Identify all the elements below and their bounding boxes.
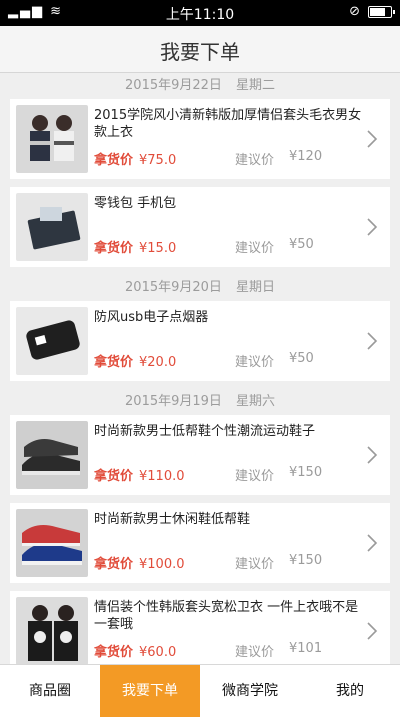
chevron-right-icon (367, 332, 378, 350)
date-text: 2015年9月22日 (125, 78, 222, 93)
status-time: 上午11:10 (165, 7, 235, 23)
suggested-price-label: 建议价 (235, 645, 275, 660)
wholesale-price-label: 拿货价 (94, 241, 134, 256)
battery-icon (368, 5, 395, 18)
suggested-price-label: 建议价 (235, 469, 275, 484)
product-title: 零钱包 手机包 (94, 196, 177, 211)
tab-business-school[interactable]: 微商学院 (200, 665, 300, 717)
wholesale-price-label: 拿货价 (94, 153, 134, 168)
notification-icon: ⊘ (349, 4, 360, 19)
product-image-casual-shoes (16, 509, 88, 577)
product-image-lighter (16, 307, 88, 375)
product-title: 时尚新款男士休闲鞋低帮鞋 (94, 512, 251, 527)
suggested-price: ¥101 (289, 641, 323, 656)
wholesale-price: ¥60.0 (139, 645, 177, 660)
product-card[interactable]: 时尚新款男士休闲鞋低帮鞋 拿货价 ¥100.0 建议价 ¥150 (10, 503, 390, 583)
wholesale-price-label: 拿货价 (94, 645, 134, 660)
suggested-price-label: 建议价 (235, 241, 275, 256)
product-card[interactable]: 防风usb电子点烟器 拿货价 ¥20.0 建议价 ¥50 (10, 301, 390, 381)
product-title: 时尚新款男士低帮鞋个性潮流运动鞋子 (94, 424, 316, 439)
product-image-sneakers (16, 421, 88, 489)
wholesale-price: ¥20.0 (139, 355, 177, 370)
product-image-hoodie (16, 597, 88, 664)
wholesale-price: ¥15.0 (139, 241, 177, 256)
wholesale-price-label: 拿货价 (94, 355, 134, 370)
product-image-sweater (16, 105, 88, 173)
product-image-wallet (16, 193, 88, 261)
wholesale-price: ¥75.0 (139, 153, 177, 168)
date-header: 2015年9月22日 星期二 (0, 73, 400, 99)
wholesale-price-label: 拿货价 (94, 557, 134, 572)
suggested-price-label: 建议价 (235, 153, 275, 168)
date-header: 2015年9月20日 星期日 (0, 275, 400, 301)
suggested-price: ¥50 (289, 351, 314, 366)
product-card[interactable]: 情侣装个性韩版套头宽松卫衣 一件上衣哦不是一套哦 拿货价 ¥60.0 建议价 ¥1… (10, 591, 390, 664)
tab-product-circle[interactable]: 商品圈 (0, 665, 100, 717)
product-card[interactable]: 2015学院风小清新韩版加厚情侣套头毛衣男女款上衣 拿货价 ¥75.0 建议价 ¥… (10, 99, 390, 179)
date-text: 2015年9月20日 (125, 280, 222, 295)
chevron-right-icon (367, 446, 378, 464)
suggested-price: ¥150 (289, 465, 323, 480)
status-bar: ▂▄▆ ≋ 上午11:10 ⊘ (0, 0, 400, 26)
chevron-right-icon (367, 622, 378, 640)
page-title: 我要下单 (160, 40, 240, 64)
suggested-price-label: 建议价 (235, 557, 275, 572)
product-card[interactable]: 零钱包 手机包 拿货价 ¥15.0 建议价 ¥50 (10, 187, 390, 267)
wholesale-price-label: 拿货价 (94, 469, 134, 484)
suggested-price-label: 建议价 (235, 355, 275, 370)
wholesale-price: ¥110.0 (139, 469, 185, 484)
product-title: 2015学院风小清新韩版加厚情侣套头毛衣男女款上衣 (94, 108, 362, 140)
tab-place-order[interactable]: 我要下单 (100, 665, 200, 717)
date-text: 2015年9月19日 (125, 394, 222, 409)
date-header: 2015年9月19日 星期六 (0, 389, 400, 415)
order-list[interactable]: 2015年9月22日 星期二 2015学院风小清新韩版加厚情侣套头毛衣男女款上衣 … (0, 73, 400, 664)
suggested-price: ¥150 (289, 553, 323, 568)
product-title: 防风usb电子点烟器 (94, 310, 209, 325)
product-title: 情侣装个性韩版套头宽松卫衣 一件上衣哦不是一套哦 (94, 600, 359, 632)
tab-me[interactable]: 我的 (300, 665, 400, 717)
title-bar: 我要下单 (0, 26, 400, 73)
product-card[interactable]: 时尚新款男士低帮鞋个性潮流运动鞋子 拿货价 ¥110.0 建议价 ¥150 (10, 415, 390, 495)
chevron-right-icon (367, 218, 378, 236)
weekday-text: 星期二 (235, 78, 275, 93)
suggested-price: ¥120 (289, 149, 323, 164)
bottom-tab-bar: 商品圈 我要下单 微商学院 我的 (0, 664, 400, 717)
wholesale-price: ¥100.0 (139, 557, 185, 572)
chevron-right-icon (367, 534, 378, 552)
chevron-right-icon (367, 130, 378, 148)
weekday-text: 星期日 (235, 280, 275, 295)
suggested-price: ¥50 (289, 237, 314, 252)
weekday-text: 星期六 (235, 394, 275, 409)
